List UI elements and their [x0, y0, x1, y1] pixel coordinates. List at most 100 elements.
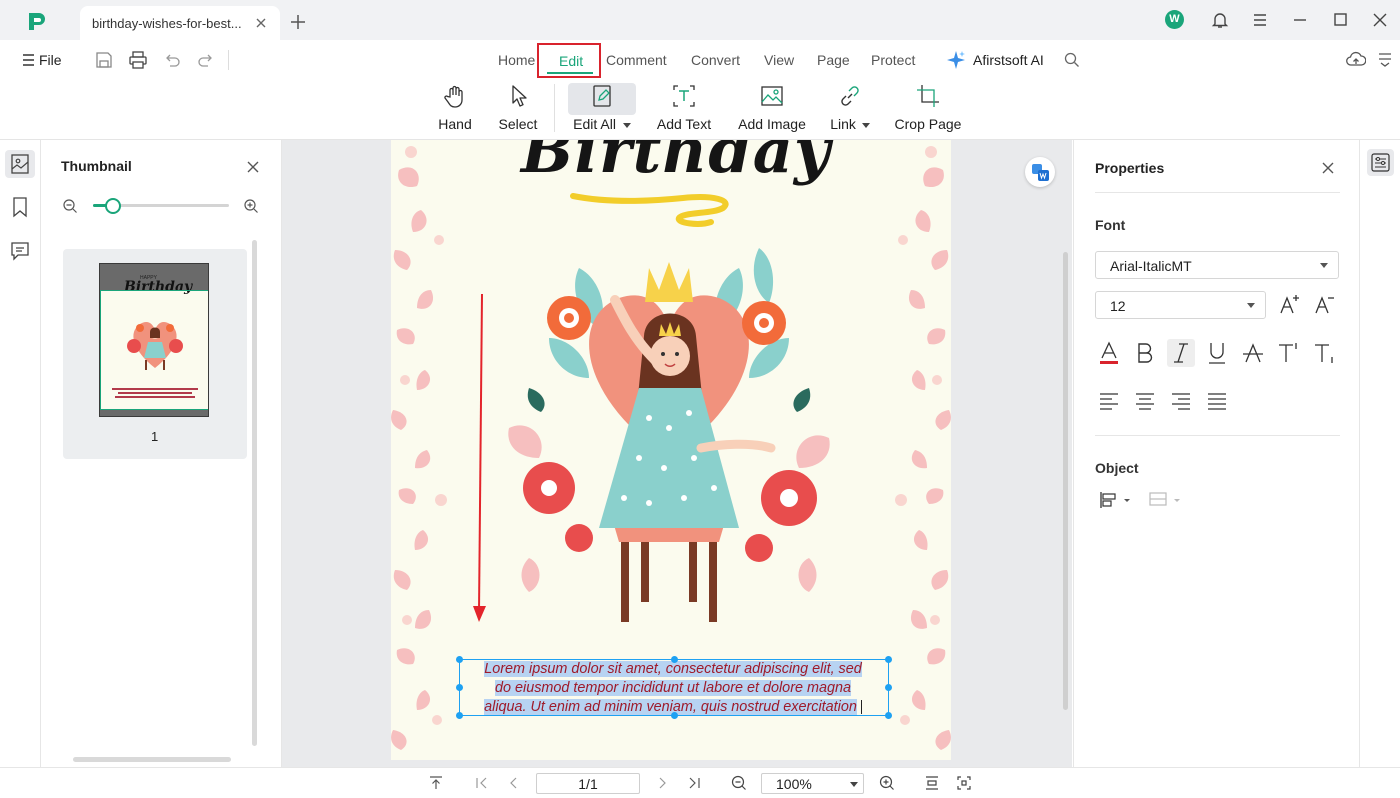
- collapse-ribbon-icon[interactable]: [1375, 50, 1395, 70]
- tab-protect[interactable]: Protect: [871, 52, 915, 68]
- object-distribute-dropdown[interactable]: [1148, 490, 1184, 510]
- superscript-icon[interactable]: [1275, 339, 1303, 367]
- text-line-2-content: do eiusmod tempor incididunt ut labore e…: [495, 680, 851, 696]
- menu-divider: [228, 50, 229, 70]
- text-line-1-content: Lorem ipsum dolor sit amet, consectetur …: [484, 661, 862, 677]
- resize-handle-ne[interactable]: [885, 656, 892, 663]
- resize-handle-s[interactable]: [671, 712, 678, 719]
- resize-handle-nw[interactable]: [456, 656, 463, 663]
- edit-all-icon: [589, 83, 615, 109]
- link-button[interactable]: Link: [826, 80, 874, 136]
- subscript-icon[interactable]: [1311, 339, 1339, 367]
- selected-text-box[interactable]: Lorem ipsum dolor sit amet, consectetur …: [456, 656, 892, 719]
- properties-title: Properties: [1095, 160, 1165, 176]
- page-thumbnail-card[interactable]: HAPPY Birthday 1: [63, 249, 247, 459]
- notification-bell-icon[interactable]: [1210, 10, 1230, 30]
- minimize-window-icon[interactable]: [1290, 10, 1310, 30]
- increase-font-size-icon[interactable]: [1275, 291, 1303, 319]
- maximize-window-icon[interactable]: [1330, 10, 1350, 30]
- close-properties-icon[interactable]: [1320, 160, 1336, 176]
- canvas-vertical-scrollbar[interactable]: [1063, 252, 1068, 710]
- first-page-icon[interactable]: [474, 775, 490, 791]
- fit-width-icon[interactable]: [924, 775, 940, 791]
- undo-icon[interactable]: [162, 50, 182, 70]
- properties-toggle-button[interactable]: [1367, 149, 1394, 176]
- close-tab-icon[interactable]: [254, 16, 268, 30]
- user-avatar[interactable]: W: [1165, 10, 1184, 29]
- search-icon[interactable]: [1062, 50, 1082, 70]
- new-tab-button[interactable]: [290, 14, 306, 30]
- translate-icon[interactable]: [1025, 157, 1055, 187]
- resize-handle-w[interactable]: [456, 684, 463, 691]
- add-text-button[interactable]: Add Text: [652, 80, 716, 136]
- thumbnail-horizontal-scrollbar[interactable]: [73, 757, 231, 762]
- edit-all-label-wrap: Edit All: [566, 116, 638, 132]
- align-justify-icon[interactable]: [1203, 387, 1231, 415]
- thumbnail-vertical-scrollbar[interactable]: [252, 240, 257, 746]
- add-image-button[interactable]: Add Image: [734, 80, 810, 136]
- resize-handle-se[interactable]: [885, 712, 892, 719]
- text-line-2: do eiusmod tempor incididunt ut labore e…: [463, 679, 883, 698]
- document-tab-title: birthday-wishes-for-best...: [92, 16, 242, 31]
- user-initial: W: [1169, 13, 1180, 25]
- previous-page-icon[interactable]: [506, 775, 522, 791]
- tab-comment[interactable]: Comment: [606, 52, 667, 68]
- zoom-level-select[interactable]: 100%: [761, 773, 864, 794]
- hand-tool-button[interactable]: Hand: [430, 80, 480, 136]
- align-center-icon[interactable]: [1131, 387, 1159, 415]
- last-page-icon[interactable]: [686, 775, 702, 791]
- close-window-icon[interactable]: [1370, 10, 1390, 30]
- file-menu-label: File: [39, 52, 62, 68]
- slider-handle[interactable]: [105, 198, 121, 214]
- tab-home[interactable]: Home: [498, 52, 535, 68]
- thumbnail-zoom-slider[interactable]: [93, 198, 229, 214]
- zoom-out-icon[interactable]: [62, 198, 78, 214]
- edit-all-button[interactable]: Edit All: [566, 80, 638, 136]
- font-color-icon[interactable]: [1095, 339, 1123, 367]
- thumbnail-panel-icon[interactable]: [8, 152, 32, 176]
- scroll-to-top-icon[interactable]: [428, 775, 444, 791]
- resize-handle-sw[interactable]: [456, 712, 463, 719]
- align-right-icon[interactable]: [1167, 387, 1195, 415]
- thumbnail-panel: Thumbnail HAPPY Birthday 1: [41, 140, 282, 767]
- floral-border-left: [391, 140, 461, 760]
- tab-edit[interactable]: Edit: [537, 43, 601, 78]
- resize-handle-e[interactable]: [885, 684, 892, 691]
- cloud-upload-icon[interactable]: [1346, 50, 1366, 70]
- redo-icon[interactable]: [196, 50, 216, 70]
- hamburger-menu-icon[interactable]: [1250, 10, 1270, 30]
- ai-assistant-button[interactable]: Afirstsoft AI: [946, 50, 1056, 72]
- tab-page[interactable]: Page: [817, 52, 850, 68]
- fit-page-icon[interactable]: [956, 775, 972, 791]
- left-rail: [0, 140, 41, 767]
- strikethrough-icon[interactable]: [1239, 339, 1267, 367]
- zoom-in-icon[interactable]: [879, 775, 895, 791]
- print-icon[interactable]: [128, 50, 148, 70]
- underline-icon[interactable]: [1203, 339, 1231, 367]
- crop-page-button[interactable]: Crop Page: [892, 80, 964, 136]
- zoom-in-icon[interactable]: [243, 198, 259, 214]
- tab-view[interactable]: View: [764, 52, 794, 68]
- font-family-value: Arial-ItalicMT: [1110, 258, 1192, 274]
- next-page-icon[interactable]: [654, 775, 670, 791]
- document-canvas: Birthday Lorem ipsum dolor sit amet, con…: [282, 140, 1072, 767]
- object-align-dropdown[interactable]: [1098, 490, 1134, 510]
- decrease-font-size-icon[interactable]: [1310, 291, 1338, 319]
- ai-assistant-label: Afirstsoft AI: [973, 52, 1044, 68]
- status-bar: 1/1 100%: [0, 767, 1400, 798]
- align-left-icon[interactable]: [1095, 387, 1123, 415]
- bold-icon[interactable]: [1131, 339, 1159, 367]
- save-icon[interactable]: [94, 50, 114, 70]
- comment-list-icon[interactable]: [8, 239, 32, 263]
- resize-handle-n[interactable]: [671, 656, 678, 663]
- zoom-out-icon[interactable]: [731, 775, 747, 791]
- font-size-select[interactable]: 12: [1095, 291, 1266, 319]
- tab-convert[interactable]: Convert: [691, 52, 740, 68]
- italic-icon[interactable]: [1167, 339, 1195, 367]
- font-family-select[interactable]: Arial-ItalicMT: [1095, 251, 1339, 279]
- bookmark-icon[interactable]: [8, 195, 32, 219]
- select-tool-button[interactable]: Select: [493, 80, 543, 136]
- page-number-input[interactable]: 1/1: [536, 773, 640, 794]
- document-tab[interactable]: birthday-wishes-for-best...: [80, 6, 280, 40]
- close-panel-icon[interactable]: [245, 159, 261, 175]
